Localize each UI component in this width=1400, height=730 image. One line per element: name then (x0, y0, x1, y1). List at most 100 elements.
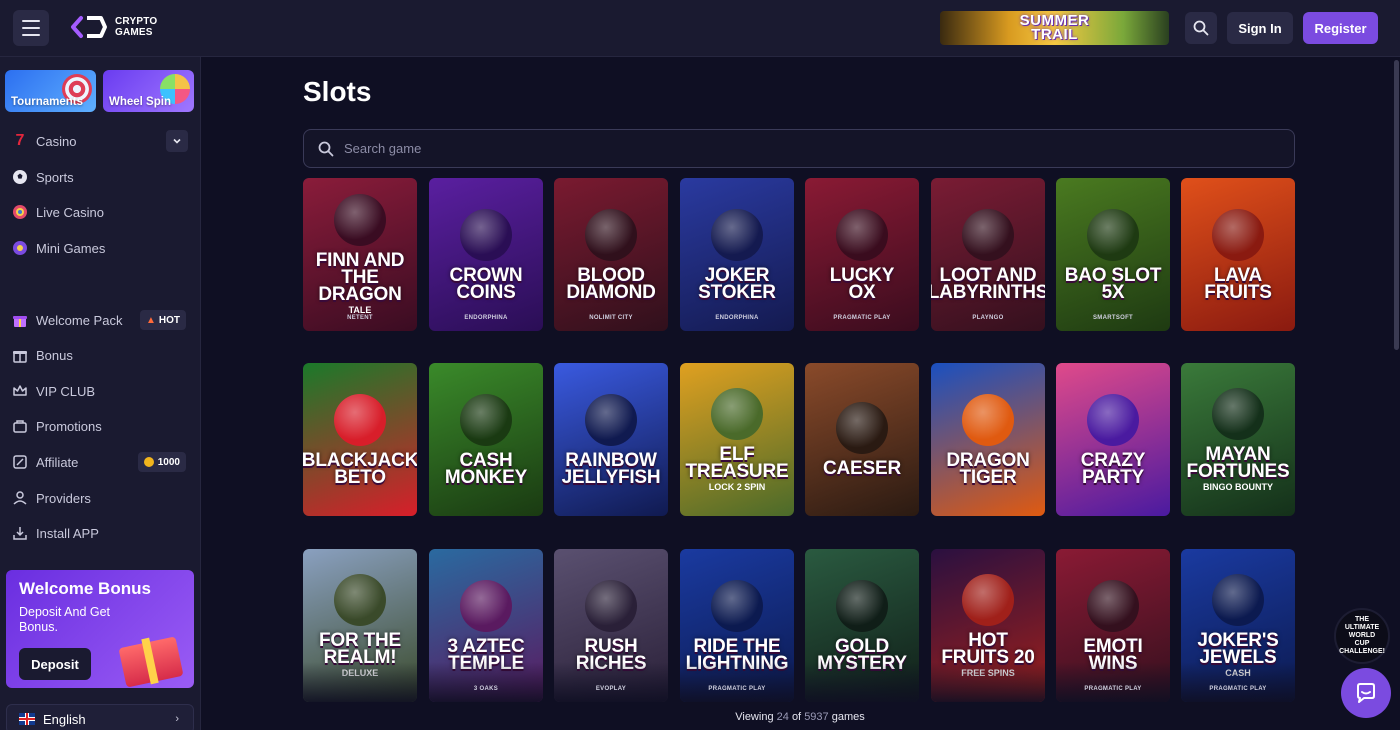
affiliate-coin-badge: 1000 (137, 452, 186, 472)
coin-icon (143, 457, 154, 467)
game-provider: ENDORPHINA (464, 315, 508, 321)
game-provider: PRAGMATIC PLAY (833, 315, 891, 321)
game-card[interactable]: LAVA FRUITS (1181, 178, 1295, 331)
mini-games-icon (12, 240, 28, 256)
fire-icon: ▲ (145, 314, 156, 326)
game-provider: SMARTSOFT (1092, 315, 1134, 321)
tile-label: Wheel Spin (109, 96, 171, 108)
sign-in-button[interactable]: Sign In (1227, 12, 1293, 44)
page-scrollbar[interactable] (1394, 60, 1399, 350)
game-card[interactable]: CASH MONKEY (429, 363, 543, 516)
summer-trail-banner[interactable]: SUMMER TRAIL (940, 11, 1169, 45)
fade-overlay (554, 662, 668, 702)
game-card[interactable]: FINN AND THE DRAGON TALE NETENT (303, 178, 417, 331)
game-card[interactable]: GOLD MYSTERY (805, 549, 919, 702)
sidebar-feature-tiles: Tournaments Wheel Spin (5, 70, 194, 112)
register-button[interactable]: Register (1303, 12, 1378, 44)
game-title: CROWN COINS (449, 264, 523, 303)
sidebar-item-label: Sports (36, 169, 74, 185)
game-card[interactable]: BAO SLOT 5X SMARTSOFT (1056, 178, 1170, 331)
game-artwork (962, 208, 1014, 261)
game-artwork (334, 573, 386, 626)
sidebar-item-vip-club[interactable]: VIP CLUB (12, 377, 188, 405)
game-card[interactable]: CROWN COINS ENDORPHINA (429, 178, 543, 331)
coin-badge-value: 1000 (157, 456, 180, 468)
game-title: FINN AND THE DRAGON (315, 250, 405, 305)
game-card[interactable]: RUSH RICHESEVOPLAY (554, 549, 668, 702)
welcome-bonus-card: Welcome Bonus Deposit And Get Bonus. Dep… (6, 570, 194, 688)
viewing-count-value: 24 (776, 711, 789, 723)
providers-icon (12, 490, 28, 506)
sidebar-item-mini-games[interactable]: Mini Games (12, 234, 188, 262)
language-selector[interactable]: English › (6, 704, 194, 730)
game-artwork (1087, 579, 1139, 632)
header-search-button[interactable] (1185, 12, 1217, 44)
fade-overlay (1056, 662, 1170, 702)
game-card[interactable]: LUCKY OX PRAGMATIC PLAY (805, 178, 919, 331)
world-cup-challenge-badge[interactable]: THE ULTIMATE WORLD CUP CHALLENGE! (1334, 608, 1390, 664)
viewing-suffix: games (831, 711, 865, 723)
game-card[interactable]: JOKER'S JEWELSCASHPRAGMATIC PLAY (1181, 549, 1295, 702)
game-card[interactable]: LOOT AND LABYRINTHS PLAYNGO (931, 178, 1045, 331)
game-card[interactable]: ELF TREASURE LOCK 2 SPIN (680, 363, 794, 516)
game-card[interactable]: BLACKJACK BETO (303, 363, 417, 516)
tournaments-tile[interactable]: Tournaments (5, 70, 96, 112)
game-artwork (1212, 573, 1264, 626)
game-card[interactable]: JOKER STOKER ENDORPHINA (680, 178, 794, 331)
game-subtitle: LOCK 2 SPIN (708, 481, 766, 492)
sidebar-item-install-app[interactable]: Install APP (12, 519, 188, 547)
fade-overlay (429, 662, 543, 702)
sidebar-item-sports[interactable]: Sports (12, 163, 188, 191)
sidebar-item-label: Live Casino (36, 204, 104, 220)
game-card[interactable]: DRAGON TIGER (931, 363, 1045, 516)
game-search-field[interactable] (303, 129, 1295, 168)
sidebar-item-live-casino[interactable]: Live Casino (12, 198, 188, 226)
game-provider: PRAGMATIC PLAY (1209, 686, 1267, 692)
sidebar-item-welcome-pack[interactable]: Welcome Pack ▲ HOT (12, 306, 188, 334)
casino-expand-button[interactable] (166, 130, 188, 152)
sidebar-item-affiliate[interactable]: Affiliate 1000 (12, 448, 188, 476)
game-card[interactable]: CRAZY PARTY (1056, 363, 1170, 516)
game-artwork (836, 208, 888, 261)
hot-badge: ▲ HOT (139, 310, 186, 330)
game-card[interactable]: CAESER (805, 363, 919, 516)
sidebar-item-label: Affiliate (36, 454, 79, 470)
sidebar-item-label: Install APP (36, 525, 99, 541)
deposit-button[interactable]: Deposit (19, 648, 91, 680)
game-card[interactable]: EMOTI WINSPRAGMATIC PLAY (1056, 549, 1170, 702)
sidebar-item-providers[interactable]: Providers (12, 484, 188, 512)
game-title: CAESER (823, 458, 901, 479)
game-title: BLOOD DIAMOND (566, 264, 656, 303)
game-provider: PLAYNGO (972, 315, 1004, 321)
game-artwork (836, 579, 888, 632)
game-card[interactable]: MAYAN FORTUNES BINGO BOUNTY (1181, 363, 1295, 516)
fade-overlay (680, 662, 794, 702)
game-card[interactable]: BLOOD DIAMOND NOLIMIT CITY (554, 178, 668, 331)
game-title: FOR THE REALM! (319, 629, 401, 668)
game-card[interactable]: RIDE THE LIGHTNINGPRAGMATIC PLAY (680, 549, 794, 702)
sidebar-item-casino[interactable]: 7 Casino (12, 127, 188, 155)
wheel-spin-tile[interactable]: Wheel Spin (103, 70, 194, 112)
live-chat-button[interactable] (1341, 668, 1391, 718)
page-title: Slots (303, 76, 372, 107)
fade-overlay (805, 662, 919, 702)
search-input[interactable] (344, 141, 1294, 156)
affiliate-icon (12, 454, 28, 470)
game-artwork (711, 579, 763, 632)
game-card[interactable]: RAINBOW JELLYFISH (554, 363, 668, 516)
game-card[interactable]: HOT FRUITS 20FREE SPINS (931, 549, 1045, 702)
gift-box-icon (116, 628, 188, 688)
menu-icon-bar (22, 20, 40, 22)
hamburger-menu-button[interactable] (13, 10, 49, 46)
game-card[interactable]: 3 AZTEC TEMPLE3 OAKS (429, 549, 543, 702)
promotions-icon (12, 418, 28, 434)
site-logo[interactable]: CRYPTO GAMES (67, 14, 157, 40)
game-artwork (962, 393, 1014, 446)
game-subtitle: TALE (348, 305, 372, 315)
sidebar-item-bonus[interactable]: Bonus (12, 341, 188, 369)
game-provider: EVOPLAY (595, 686, 627, 692)
sidebar-item-promotions[interactable]: Promotions (12, 412, 188, 440)
game-card[interactable]: FOR THE REALM!DELUXE (303, 549, 417, 702)
game-provider: NETENT (347, 315, 373, 321)
game-artwork (585, 208, 637, 261)
